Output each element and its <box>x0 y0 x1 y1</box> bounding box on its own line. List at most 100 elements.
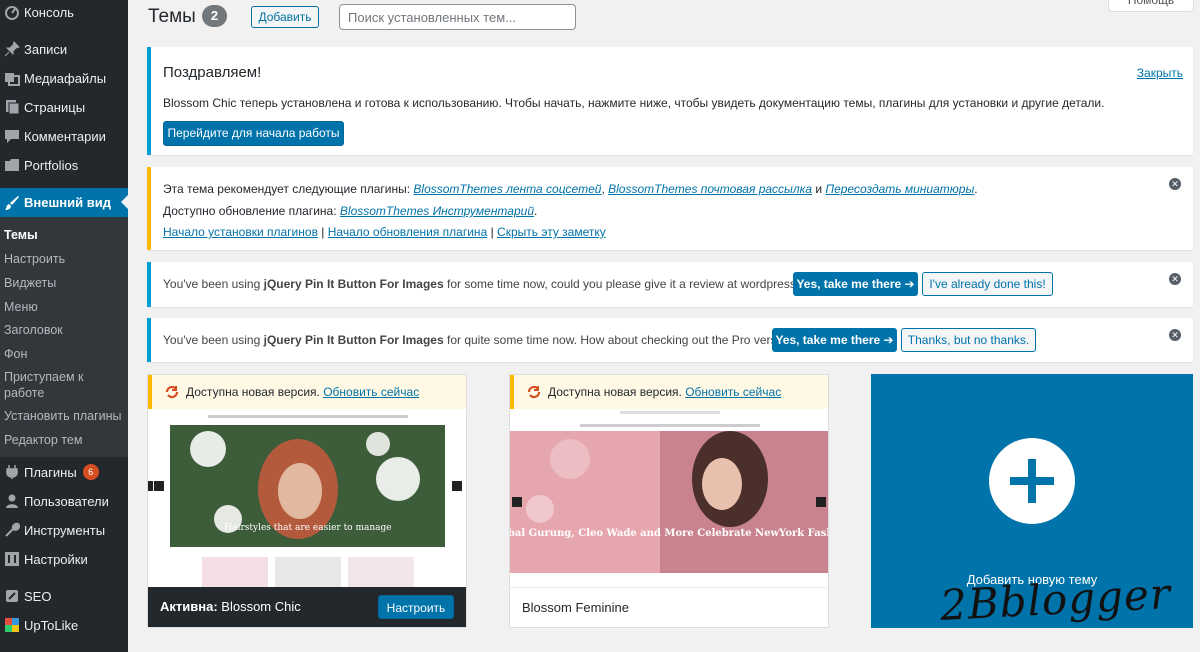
menu-label: Плагины <box>24 464 77 480</box>
menu-item-media[interactable]: Медиафайлы <box>0 64 128 92</box>
seo-icon <box>0 588 24 604</box>
submenu-install-plugins[interactable]: Установить плагины <box>4 408 124 424</box>
recommended-line: Эта тема рекомендует следующие плагины: … <box>163 182 978 196</box>
review-prefix: You've been using <box>163 277 261 291</box>
admin-sidebar: Консоль Записи Медиафайлы Страницы Комме… <box>0 0 128 652</box>
submenu-widgets[interactable]: Виджеты <box>4 275 124 291</box>
menu-item-seo[interactable]: SEO <box>0 582 128 610</box>
help-tab[interactable]: Помощь <box>1108 0 1194 12</box>
menu-label: Пользователи <box>24 493 109 509</box>
add-theme-button[interactable]: Добавить <box>251 6 319 28</box>
plugin-link-social-feed[interactable]: BlossomThemes лента соцсетей <box>413 182 601 196</box>
submenu-themes[interactable]: Темы <box>4 227 124 243</box>
menu-item-settings[interactable]: Настройки <box>0 545 128 573</box>
plugin-link-regenerate[interactable]: Пересоздать миниатюры <box>825 182 974 196</box>
menu-item-comments[interactable]: Комментарии <box>0 122 128 150</box>
brush-icon <box>0 195 24 211</box>
review-text: You've been using jQuery Pin It Button F… <box>163 277 823 291</box>
uptolike-icon <box>0 617 24 633</box>
update-line: Доступно обновление плагина: BlossomThem… <box>163 204 538 218</box>
update-now-link[interactable]: Обновить сейчас <box>323 385 419 399</box>
submenu-header[interactable]: Заголовок <box>4 322 124 338</box>
blossom-feminine-preview: Prabal Gurung, Cleo Wade and More Celebr… <box>510 409 828 587</box>
theme-update-notice: Доступна новая версия. Обновить сейчас <box>510 375 828 409</box>
review-notice: You've been using jQuery Pin It Button F… <box>147 262 1193 307</box>
menu-label: Консоль <box>24 4 74 20</box>
comments-icon <box>0 128 24 144</box>
begin-update-link[interactable]: Начало обновления плагина <box>328 225 488 239</box>
menu-label: Portfolios <box>24 157 79 173</box>
begin-install-link[interactable]: Начало установки плагинов <box>163 225 318 239</box>
dismiss-icon[interactable]: ✕ <box>1169 178 1181 190</box>
plugins-icon <box>0 464 24 480</box>
menu-label: Инструменты <box>24 522 106 538</box>
theme-name: Blossom Chic <box>221 599 301 614</box>
update-now-link[interactable]: Обновить сейчас <box>685 385 781 399</box>
users-icon <box>0 493 24 509</box>
menu-item-pages[interactable]: Страницы <box>0 93 128 121</box>
menu-item-users[interactable]: Пользователи <box>0 487 128 515</box>
theme-screenshot[interactable]: Hairstyles that are easier to manage <box>148 409 466 587</box>
update-prefix: Доступно обновление плагина: <box>163 204 337 218</box>
tools-icon <box>0 522 24 538</box>
menu-item-dashboard[interactable]: Консоль <box>0 0 128 26</box>
menu-item-portfolios[interactable]: Portfolios <box>0 151 128 179</box>
review-plugin-name: jQuery Pin It Button For Images <box>263 277 444 291</box>
menu-item-posts[interactable]: Записи <box>0 35 128 63</box>
menu-label: SEO <box>24 588 52 604</box>
recommended-plugins-notice: Эта тема рекомендует следующие плагины: … <box>147 167 1193 250</box>
pro-yes-button[interactable]: Yes, take me there ➔ <box>772 328 897 352</box>
menu-label: UpToLike <box>24 617 79 633</box>
menu-item-appearance[interactable]: Внешний вид <box>0 188 128 217</box>
menu-item-plugins[interactable]: Плагины 6 <box>0 458 128 486</box>
submenu-getting-started[interactable]: Приступаем к работе <box>4 369 104 401</box>
review-yes-button[interactable]: Yes, take me there ➔ <box>793 272 918 296</box>
plugin-link-newsletter[interactable]: BlossomThemes почтовая рассылка <box>608 182 812 196</box>
theme-screenshot[interactable]: Prabal Gurung, Cleo Wade and More Celebr… <box>510 409 828 587</box>
pro-version-notice: You've been using jQuery Pin It Button F… <box>147 318 1193 362</box>
theme-card-active[interactable]: Доступна новая версия. Обновить сейчас H… <box>147 374 467 628</box>
plugins-update-badge: 6 <box>82 464 99 480</box>
update-text: Доступна новая версия. <box>548 385 682 399</box>
pro-plugin-name: jQuery Pin It Button For Images <box>263 333 444 347</box>
active-label: Активна: <box>160 599 218 614</box>
menu-label: Настройки <box>24 551 88 567</box>
dismiss-icon[interactable]: ✕ <box>1169 329 1181 341</box>
portfolio-icon <box>0 157 24 173</box>
dismiss-notice-link[interactable]: Скрыть эту заметку <box>497 225 606 239</box>
search-themes-input[interactable] <box>339 4 576 30</box>
welcome-text: Blossom Chic теперь установлена и готова… <box>163 96 1105 110</box>
get-started-button[interactable]: Перейдите для начала работы <box>163 121 344 146</box>
and-text: и <box>815 182 823 196</box>
update-text: Доступна новая версия. <box>186 385 320 399</box>
menu-item-uptolike[interactable]: UpToLike <box>0 611 128 639</box>
submenu-theme-editor[interactable]: Редактор тем <box>4 432 124 448</box>
menu-label: Записи <box>24 41 68 57</box>
menu-label: Комментарии <box>24 128 106 144</box>
pro-suffix: for quite some time now. How about check… <box>446 333 800 347</box>
pages-icon <box>0 99 24 115</box>
submenu-background[interactable]: Фон <box>4 346 124 362</box>
plugin-link-toolkit[interactable]: BlossomThemes Инструментарий <box>340 204 534 218</box>
customize-button[interactable]: Настроить <box>378 595 454 619</box>
review-done-button[interactable]: I've already done this! <box>922 272 1053 296</box>
submenu-menus[interactable]: Меню <box>4 299 124 315</box>
dismiss-icon[interactable]: ✕ <box>1169 273 1181 285</box>
menu-item-tools[interactable]: Инструменты <box>0 516 128 544</box>
hero-caption: Prabal Gurung, Cleo Wade and More Celebr… <box>510 528 828 539</box>
menu-label: Внешний вид <box>24 195 111 210</box>
page-title: Темы <box>148 6 196 27</box>
dashboard-icon <box>0 4 24 20</box>
theme-card[interactable]: Доступна новая версия. Обновить сейчас P… <box>509 374 829 628</box>
pro-prefix: You've been using <box>163 333 261 347</box>
pro-no-thanks-button[interactable]: Thanks, but no thanks. <box>901 328 1036 352</box>
submenu-customize[interactable]: Настроить <box>4 251 124 267</box>
welcome-title: Поздравляем! <box>163 64 262 81</box>
welcome-close-link[interactable]: Закрыть <box>1137 66 1183 80</box>
theme-name: Blossom Feminine <box>522 600 629 615</box>
media-icon <box>0 70 24 86</box>
update-icon <box>527 385 541 399</box>
menu-label: Медиафайлы <box>24 70 107 86</box>
welcome-notice: Поздравляем! Закрыть Blossom Chic теперь… <box>147 47 1193 155</box>
theme-update-notice: Доступна новая версия. Обновить сейчас <box>148 375 466 409</box>
